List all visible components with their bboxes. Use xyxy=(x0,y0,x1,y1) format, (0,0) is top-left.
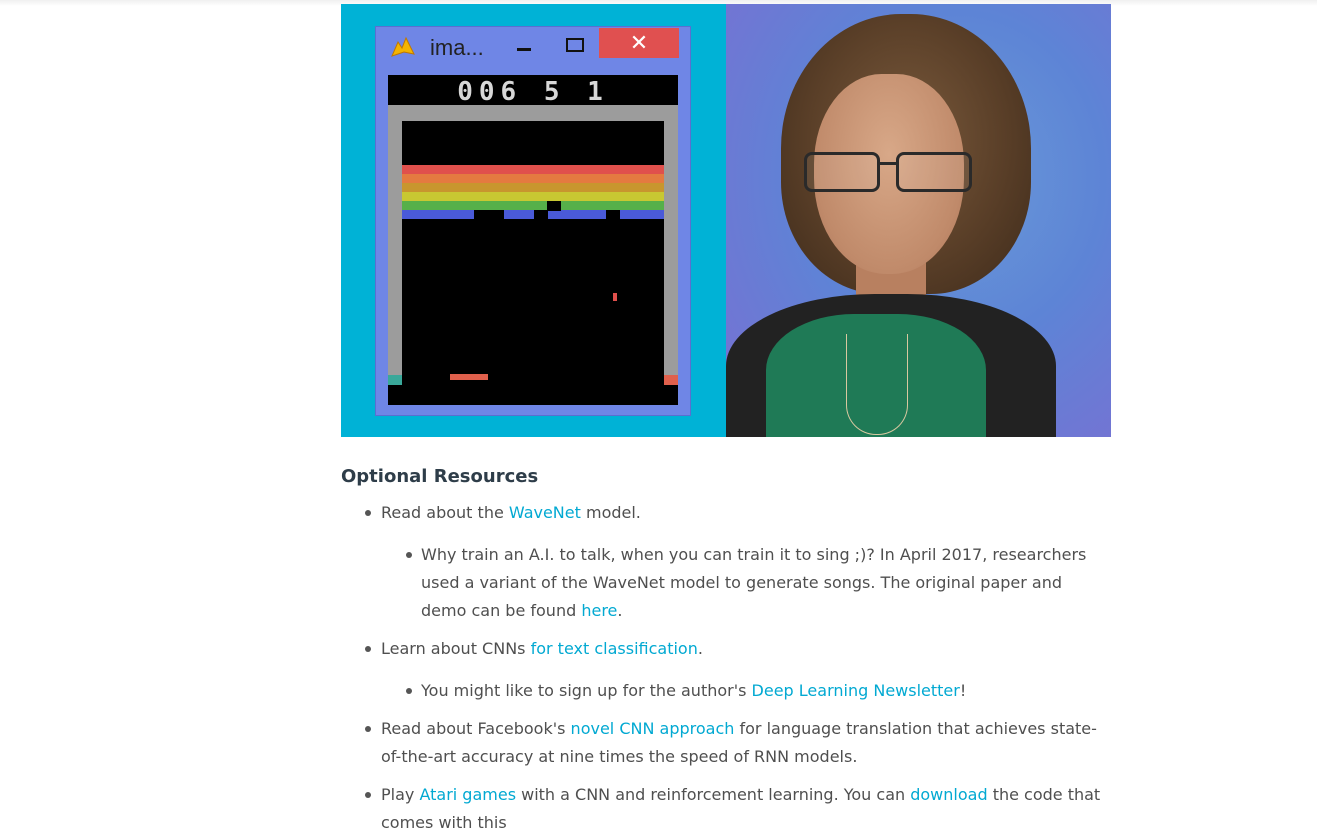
ball xyxy=(613,293,617,301)
brick-gap xyxy=(534,210,548,220)
list-item: Read about Facebook's novel CNN approach… xyxy=(341,715,1111,771)
close-icon[interactable]: ✕ xyxy=(599,28,679,58)
item-text: You might like to sign up for the author… xyxy=(421,681,752,700)
brick-row xyxy=(402,165,664,174)
brick-gap xyxy=(547,201,561,211)
wavenet-link[interactable]: WaveNet xyxy=(509,503,581,522)
here-link[interactable]: here xyxy=(581,601,617,620)
brick-row xyxy=(402,192,664,201)
glasses-icon xyxy=(804,152,974,192)
sub-list-item: You might like to sign up for the author… xyxy=(381,677,1111,705)
game-panel: ima... ✕ 006 5 1 xyxy=(341,4,726,437)
maximize-icon[interactable] xyxy=(566,38,584,52)
wall-left xyxy=(388,105,402,375)
item-text: with a CNN and reinforcement learning. Y… xyxy=(516,785,911,804)
list-item: Learn about CNNs for text classification… xyxy=(341,635,1111,705)
text-classification-link[interactable]: for text classification xyxy=(531,639,698,658)
video-thumbnail[interactable]: ima... ✕ 006 5 1 xyxy=(341,4,1111,437)
brick-row xyxy=(402,183,664,192)
brick-gap xyxy=(606,210,620,220)
item-text: Learn about CNNs xyxy=(381,639,531,658)
window-titlebar: ima... ✕ xyxy=(376,27,690,61)
brick-row xyxy=(402,201,664,210)
item-text: . xyxy=(697,639,703,658)
resources-list: Read about the WaveNet model. Why train … xyxy=(341,499,1111,837)
atari-games-link[interactable]: Atari games xyxy=(419,785,516,804)
item-text: Read about Facebook's xyxy=(381,719,571,738)
download-link[interactable]: download xyxy=(910,785,987,804)
section-title: Optional Resources xyxy=(341,466,539,487)
item-text: model. xyxy=(580,503,641,522)
brick-gap xyxy=(474,210,504,220)
main-content: ima... ✕ 006 5 1 Optional Resources Read… xyxy=(341,4,1111,837)
game-window: ima... ✕ 006 5 1 xyxy=(375,26,691,416)
window-title: ima... xyxy=(430,35,484,60)
sub-list-item: Why train an A.I. to talk, when you can … xyxy=(381,541,1111,625)
paddle xyxy=(450,374,488,380)
item-text: . xyxy=(617,601,623,620)
list-item: Play Atari games with a CNN and reinforc… xyxy=(341,781,1111,837)
presenter-necklace xyxy=(846,334,908,435)
game-screen: 006 5 1 xyxy=(388,75,678,405)
sub-list: Why train an A.I. to talk, when you can … xyxy=(381,541,1111,625)
app-logo-icon xyxy=(390,36,416,60)
list-item: Read about the WaveNet model. Why train … xyxy=(341,499,1111,625)
presenter-image xyxy=(726,4,1111,437)
item-text: ! xyxy=(959,681,967,700)
cnn-approach-link[interactable]: novel CNN approach xyxy=(571,719,735,738)
newsletter-link[interactable]: Deep Learning Newsletter xyxy=(752,681,960,700)
item-text: Play xyxy=(381,785,420,804)
sub-list: You might like to sign up for the author… xyxy=(381,677,1111,705)
brick-row xyxy=(402,210,664,219)
wall-top xyxy=(388,105,678,121)
item-text: Why train an A.I. to talk, when you can … xyxy=(421,545,1087,620)
score-display: 006 5 1 xyxy=(457,77,609,107)
wall-right xyxy=(664,105,678,375)
brick-row xyxy=(402,174,664,183)
minimize-icon[interactable] xyxy=(517,48,531,51)
wall-right-tip xyxy=(664,375,678,385)
wall-left-tip xyxy=(388,375,402,385)
item-text: Read about the xyxy=(381,503,509,522)
